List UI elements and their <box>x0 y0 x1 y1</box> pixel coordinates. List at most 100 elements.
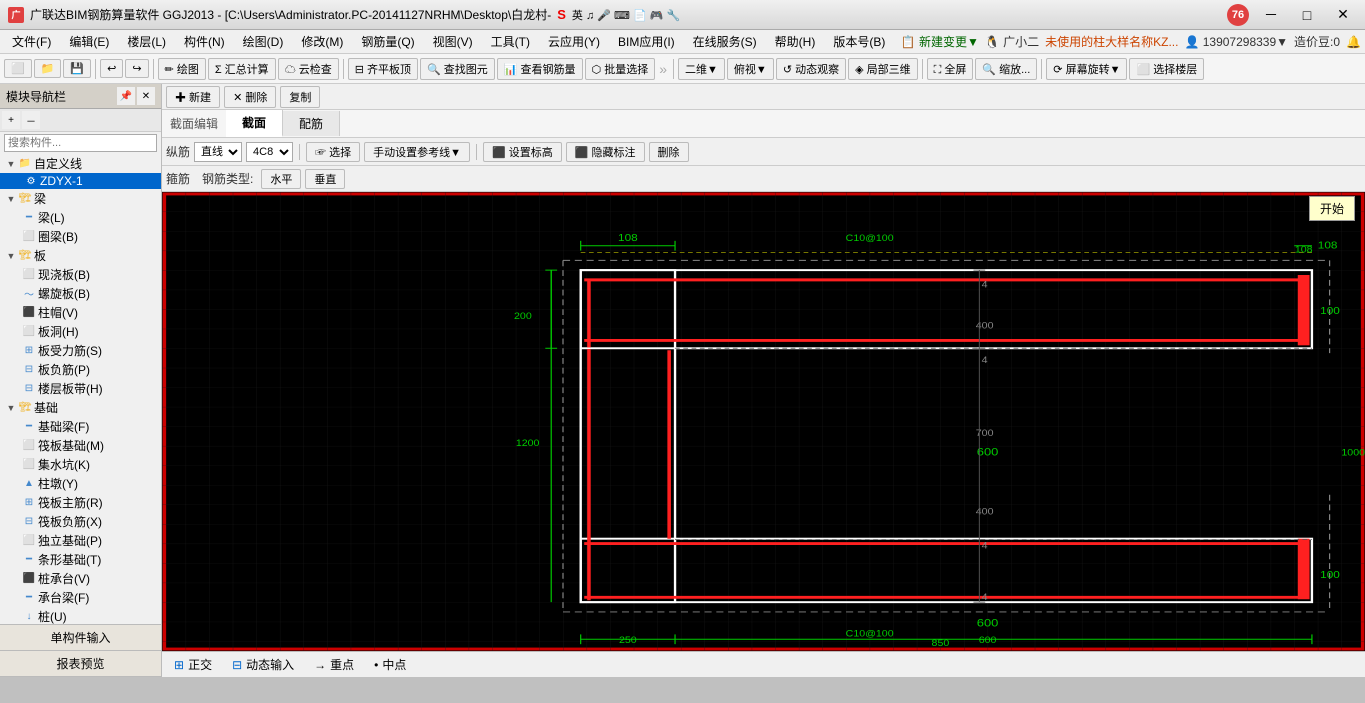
tree-item-pile-cap-beam[interactable]: ━ 承台梁(F) <box>0 588 161 607</box>
copy-component-btn[interactable]: 复制 <box>280 86 320 108</box>
hide-label-btn[interactable]: ⬛ 隐藏标注 <box>566 142 645 162</box>
tree-item-zdyx1[interactable]: ⚙ ZDYX-1 <box>0 173 161 189</box>
tree-item-col-cap[interactable]: ⬛ 柱帽(V) <box>0 303 161 322</box>
nav-pin-btn[interactable]: 📌 <box>117 87 135 105</box>
svg-text:250: 250 <box>619 636 637 646</box>
local-3d-btn[interactable]: ◈ 局部三维 <box>848 58 918 80</box>
status-ortho[interactable]: ⊞ 正交 <box>170 654 216 675</box>
menu-file[interactable]: 文件(F) <box>4 31 59 52</box>
tree-item-beam-cat[interactable]: ▼ 🏗 梁 <box>0 189 161 208</box>
rebar-line-type-select[interactable]: 直线 <box>194 142 242 162</box>
menu-draw[interactable]: 绘图(D) <box>235 31 292 52</box>
tree-item-raft[interactable]: ⬜ 筏板基础(M) <box>0 436 161 455</box>
tree-item-beam-l[interactable]: ━ 梁(L) <box>0 208 161 227</box>
manual-ref-line-btn[interactable]: 手动设置参考线▼ <box>364 142 470 162</box>
tab-section[interactable]: 截面 <box>226 110 283 137</box>
tree-item-slab-rebar-s[interactable]: ⊞ 板受力筋(S) <box>0 341 161 360</box>
open-file-btn[interactable]: 📁 <box>34 59 62 78</box>
dynamic-view-btn[interactable]: ↺ 动态观察 <box>776 58 846 80</box>
new-file-btn[interactable]: ⬜ <box>4 59 32 78</box>
tree-item-slab-hole[interactable]: ⬜ 板洞(H) <box>0 322 161 341</box>
menu-edit[interactable]: 编辑(E) <box>61 31 117 52</box>
nav-close-nav-btn[interactable]: ✕ <box>137 87 155 105</box>
tree-item-floor-band[interactable]: ⊟ 楼层板带(H) <box>0 379 161 398</box>
menu-bim[interactable]: BIM应用(I) <box>610 31 683 52</box>
save-file-btn[interactable]: 💾 <box>63 59 91 78</box>
summary-calc-btn[interactable]: Σ 汇总计算 <box>208 58 276 80</box>
tree-item-pile-cap[interactable]: ⬛ 桩承台(V) <box>0 569 161 588</box>
tree-item-foundation-cat[interactable]: ▼ 🏗 基础 <box>0 398 161 417</box>
rebar-select-btn[interactable]: ☞ 选择 <box>306 142 360 162</box>
menu-component[interactable]: 构件(N) <box>176 31 233 52</box>
menu-version[interactable]: 版本号(B) <box>825 31 893 52</box>
close-button[interactable]: ✕ <box>1329 4 1357 26</box>
undo-btn[interactable]: ↩ <box>100 59 123 78</box>
tree-item-raft-main-rebar[interactable]: ⊞ 筏板主筋(R) <box>0 493 161 512</box>
status-dynamic-input[interactable]: ⊟ 动态输入 <box>228 654 298 675</box>
report-preview-btn[interactable]: 报表预览 <box>0 651 161 677</box>
status-endpoint[interactable]: → 重点 <box>310 654 358 675</box>
find-element-btn[interactable]: 🔍 查找图元 <box>420 58 495 80</box>
vertical-stirrup-btn[interactable]: 垂直 <box>305 169 345 189</box>
horizontal-stirrup-btn[interactable]: 水平 <box>261 169 301 189</box>
single-component-input-btn[interactable]: 单构件输入 <box>0 625 161 651</box>
menubar: 文件(F) 编辑(E) 楼层(L) 构件(N) 绘图(D) 修改(M) 钢筋量(… <box>0 30 1365 54</box>
select-floor-btn[interactable]: ⬜ 选择楼层 <box>1129 58 1204 80</box>
svg-text:C10@100: C10@100 <box>846 234 895 244</box>
menu-view[interactable]: 视图(V) <box>425 31 481 52</box>
more-tools-icon: » <box>659 61 667 77</box>
batch-select-btn[interactable]: ⬡ 批量选择 <box>585 58 656 80</box>
redo-btn[interactable]: ↪ <box>125 59 148 78</box>
tree-item-ring-beam[interactable]: ⬜ 圈梁(B) <box>0 227 161 246</box>
tree-item-slab-neg-rebar[interactable]: ⊟ 板负筋(P) <box>0 360 161 379</box>
user-account[interactable]: 👤 13907298339▼ <box>1184 35 1288 49</box>
tree-item-found-beam[interactable]: ━ 基础梁(F) <box>0 417 161 436</box>
tree-item-pile[interactable]: ↓ 桩(U) <box>0 607 161 624</box>
tree-label-raft-neg: 筏板负筋(X) <box>38 513 102 530</box>
tree-item-custom-line-group[interactable]: ▼ 📁 自定义线 <box>0 154 161 173</box>
tree-item-raft-neg-rebar[interactable]: ⊟ 筏板负筋(X) <box>0 512 161 531</box>
menu-modify[interactable]: 修改(M) <box>293 31 351 52</box>
nav-expand-all-btn[interactable]: + <box>2 111 20 129</box>
zoom-btn[interactable]: 🔍 缩放... <box>975 58 1037 80</box>
menu-online[interactable]: 在线服务(S) <box>685 31 765 52</box>
view-rebar-btn[interactable]: 📊 查看钢筋量 <box>497 58 583 80</box>
tab-rebar[interactable]: 配筋 <box>283 111 340 136</box>
align-top-btn[interactable]: ⊟ 齐平板顶 <box>348 58 418 80</box>
menu-tools[interactable]: 工具(T) <box>483 31 538 52</box>
tree-item-slab-cat[interactable]: ▼ 🏗 板 <box>0 246 161 265</box>
delete-component-btn[interactable]: ✕ 删除 <box>224 86 276 108</box>
new-change-btn[interactable]: 📋 新建变更▼ <box>901 33 979 50</box>
tree-item-sump[interactable]: ⬜ 集水坑(K) <box>0 455 161 474</box>
menu-floor[interactable]: 楼层(L) <box>119 31 174 52</box>
notification-icon[interactable]: 🔔 <box>1346 35 1361 49</box>
menu-rebar-qty[interactable]: 钢筋量(Q) <box>353 31 422 52</box>
titlebar-controls: 76 － □ ✕ <box>1227 4 1357 26</box>
view-top-btn[interactable]: 俯视▼ <box>727 58 774 80</box>
view-2d-btn[interactable]: 二维▼ <box>678 58 725 80</box>
tree-item-isolated-found[interactable]: ⬜ 独立基础(P) <box>0 531 161 550</box>
screen-rotate-btn[interactable]: ⟳ 屏幕旋转▼ <box>1046 58 1127 80</box>
draw-mode-btn[interactable]: ✏ 绘图 <box>158 58 206 80</box>
delete-rebar-btn[interactable]: 删除 <box>649 142 689 162</box>
tree-item-cast-slab[interactable]: ⬜ 现浇板(B) <box>0 265 161 284</box>
fullscreen-btn[interactable]: ⛶ 全屏 <box>927 58 974 80</box>
assistant-icon[interactable]: 🐧 广小二 <box>985 33 1039 50</box>
set-elevation-btn[interactable]: ⬛ 设置标高 <box>483 142 562 162</box>
menu-help[interactable]: 帮助(H) <box>767 31 824 52</box>
maximize-button[interactable]: □ <box>1293 4 1321 26</box>
nav-collapse-all-btn[interactable]: － <box>22 111 40 129</box>
menu-cloud-app[interactable]: 云应用(Y) <box>540 31 608 52</box>
minimize-button[interactable]: － <box>1257 4 1285 26</box>
status-midpoint[interactable]: • 中点 <box>370 654 410 675</box>
rebar-size-select[interactable]: 4C8 <box>246 142 293 162</box>
tree-item-strip-found[interactable]: ━ 条形基础(T) <box>0 550 161 569</box>
cloud-check-btn[interactable]: ☁ 云检查 <box>278 58 339 80</box>
titlebar-left: 广 广联达BIM钢筋算量软件 GGJ2013 - [C:\Users\Admin… <box>8 6 680 23</box>
new-component-btn[interactable]: ✚ 新建 <box>166 86 220 108</box>
canvas-area[interactable]: 开始 <box>162 192 1365 651</box>
isolated-found-icon: ⬜ <box>22 534 36 548</box>
tree-item-spiral-slab[interactable]: 〜 螺旋板(B) <box>0 284 161 303</box>
tree-item-col-pedestal[interactable]: ▲ 柱墩(Y) <box>0 474 161 493</box>
nav-search-input[interactable] <box>4 134 157 152</box>
